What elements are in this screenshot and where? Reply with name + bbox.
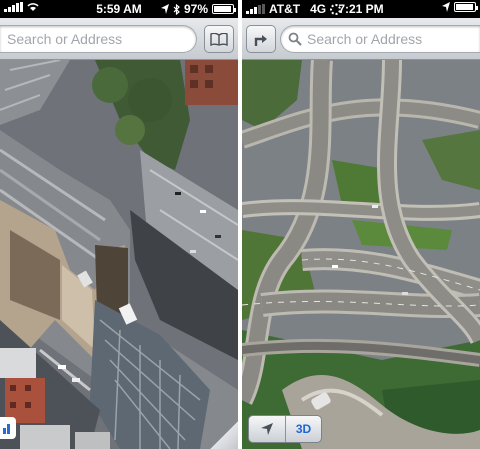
search-input[interactable]: Search or Address	[280, 25, 480, 53]
bookmarks-button[interactable]	[204, 25, 234, 53]
legend-button[interactable]	[0, 417, 16, 439]
left-phone-screen: 5:59 AM 97% Search or Address	[0, 0, 238, 449]
status-bar: 5:59 AM 97%	[0, 0, 238, 18]
battery-icon	[212, 4, 236, 14]
3d-toggle-button[interactable]: 3D	[285, 416, 321, 442]
location-arrow-icon	[160, 4, 169, 14]
search-placeholder: Search or Address	[7, 31, 123, 47]
right-phone-screen: AT&T 4G 7:21 PM Search or Address 3D	[242, 0, 480, 449]
directions-button[interactable]	[246, 25, 276, 53]
location-arrow-icon	[261, 423, 273, 435]
search-toolbar: Search or Address	[0, 18, 238, 60]
bluetooth-icon	[173, 3, 180, 15]
satellite-map-image	[242, 60, 480, 449]
search-toolbar: Search or Address	[242, 18, 480, 60]
map-view-3d-interchange[interactable]: 3D	[242, 60, 480, 449]
search-placeholder: Search or Address	[307, 31, 423, 47]
map-view-3d-manhattan[interactable]	[0, 60, 238, 449]
location-arrow-icon	[442, 2, 450, 12]
search-icon	[288, 32, 302, 46]
status-right: 97%	[160, 2, 236, 16]
bar-chart-icon	[3, 424, 10, 434]
battery-icon	[454, 2, 478, 12]
satellite-map-image	[0, 60, 238, 449]
search-input[interactable]: Search or Address	[0, 25, 197, 53]
battery-percent: 97%	[183, 2, 208, 16]
map-controls: 3D	[248, 415, 322, 443]
current-location-button[interactable]	[249, 416, 285, 442]
status-right	[442, 2, 478, 12]
status-bar: AT&T 4G 7:21 PM	[242, 0, 480, 18]
page-curl-button[interactable]	[210, 421, 238, 449]
directions-arrow-icon	[254, 34, 267, 46]
book-icon	[210, 32, 228, 46]
